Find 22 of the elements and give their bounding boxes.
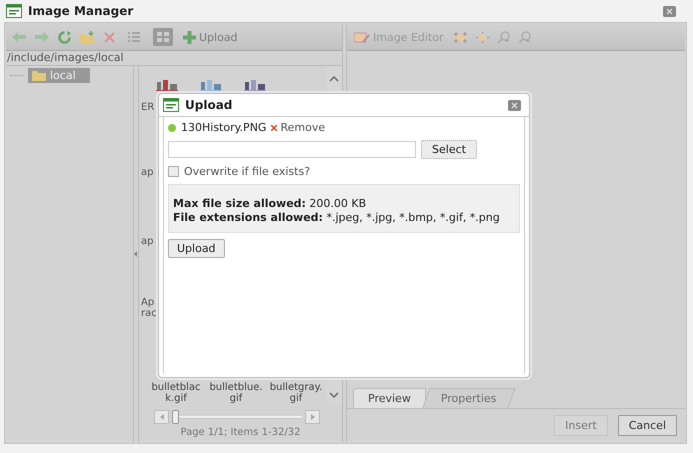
upload-button[interactable]: Upload <box>168 239 225 258</box>
remove-link[interactable]: Remove <box>271 121 326 134</box>
overwrite-label: Overwrite if file exists? <box>184 165 310 178</box>
window-title: Image Manager <box>28 4 134 18</box>
tab[interactable]: Preview <box>353 388 426 408</box>
upload-toolbar-button[interactable]: Upload <box>182 30 239 44</box>
path-label: /include/images/local <box>6 51 342 66</box>
file-name[interactable]: Ap rac <box>141 297 158 319</box>
file-name[interactable]: bulletblue.gif <box>207 382 265 404</box>
tab[interactable]: Properties <box>422 388 516 408</box>
pager-text: Page 1/1; Items 1-32/32 <box>180 426 302 440</box>
file-name[interactable]: bulletgray.gif <box>267 382 325 404</box>
upload-limit-text: File extensions allowed: *.jpeg, *.jpg, *.bmp, *.gif, *.png <box>173 211 501 224</box>
dialog-title: Upload <box>185 98 234 112</box>
file-name[interactable]: ap <box>141 236 158 247</box>
upload-limit-text: Max file size allowed: 200.00 KB <box>173 197 368 210</box>
file-name[interactable]: ER <box>141 102 158 113</box>
file-name[interactable]: bulletblack.gif <box>147 382 205 404</box>
cancel-button[interactable]: Cancel <box>618 415 677 436</box>
file-name: 130History.PNG <box>181 121 266 134</box>
file-name[interactable]: ap <box>141 167 158 178</box>
select-button[interactable]: Select <box>421 140 477 159</box>
